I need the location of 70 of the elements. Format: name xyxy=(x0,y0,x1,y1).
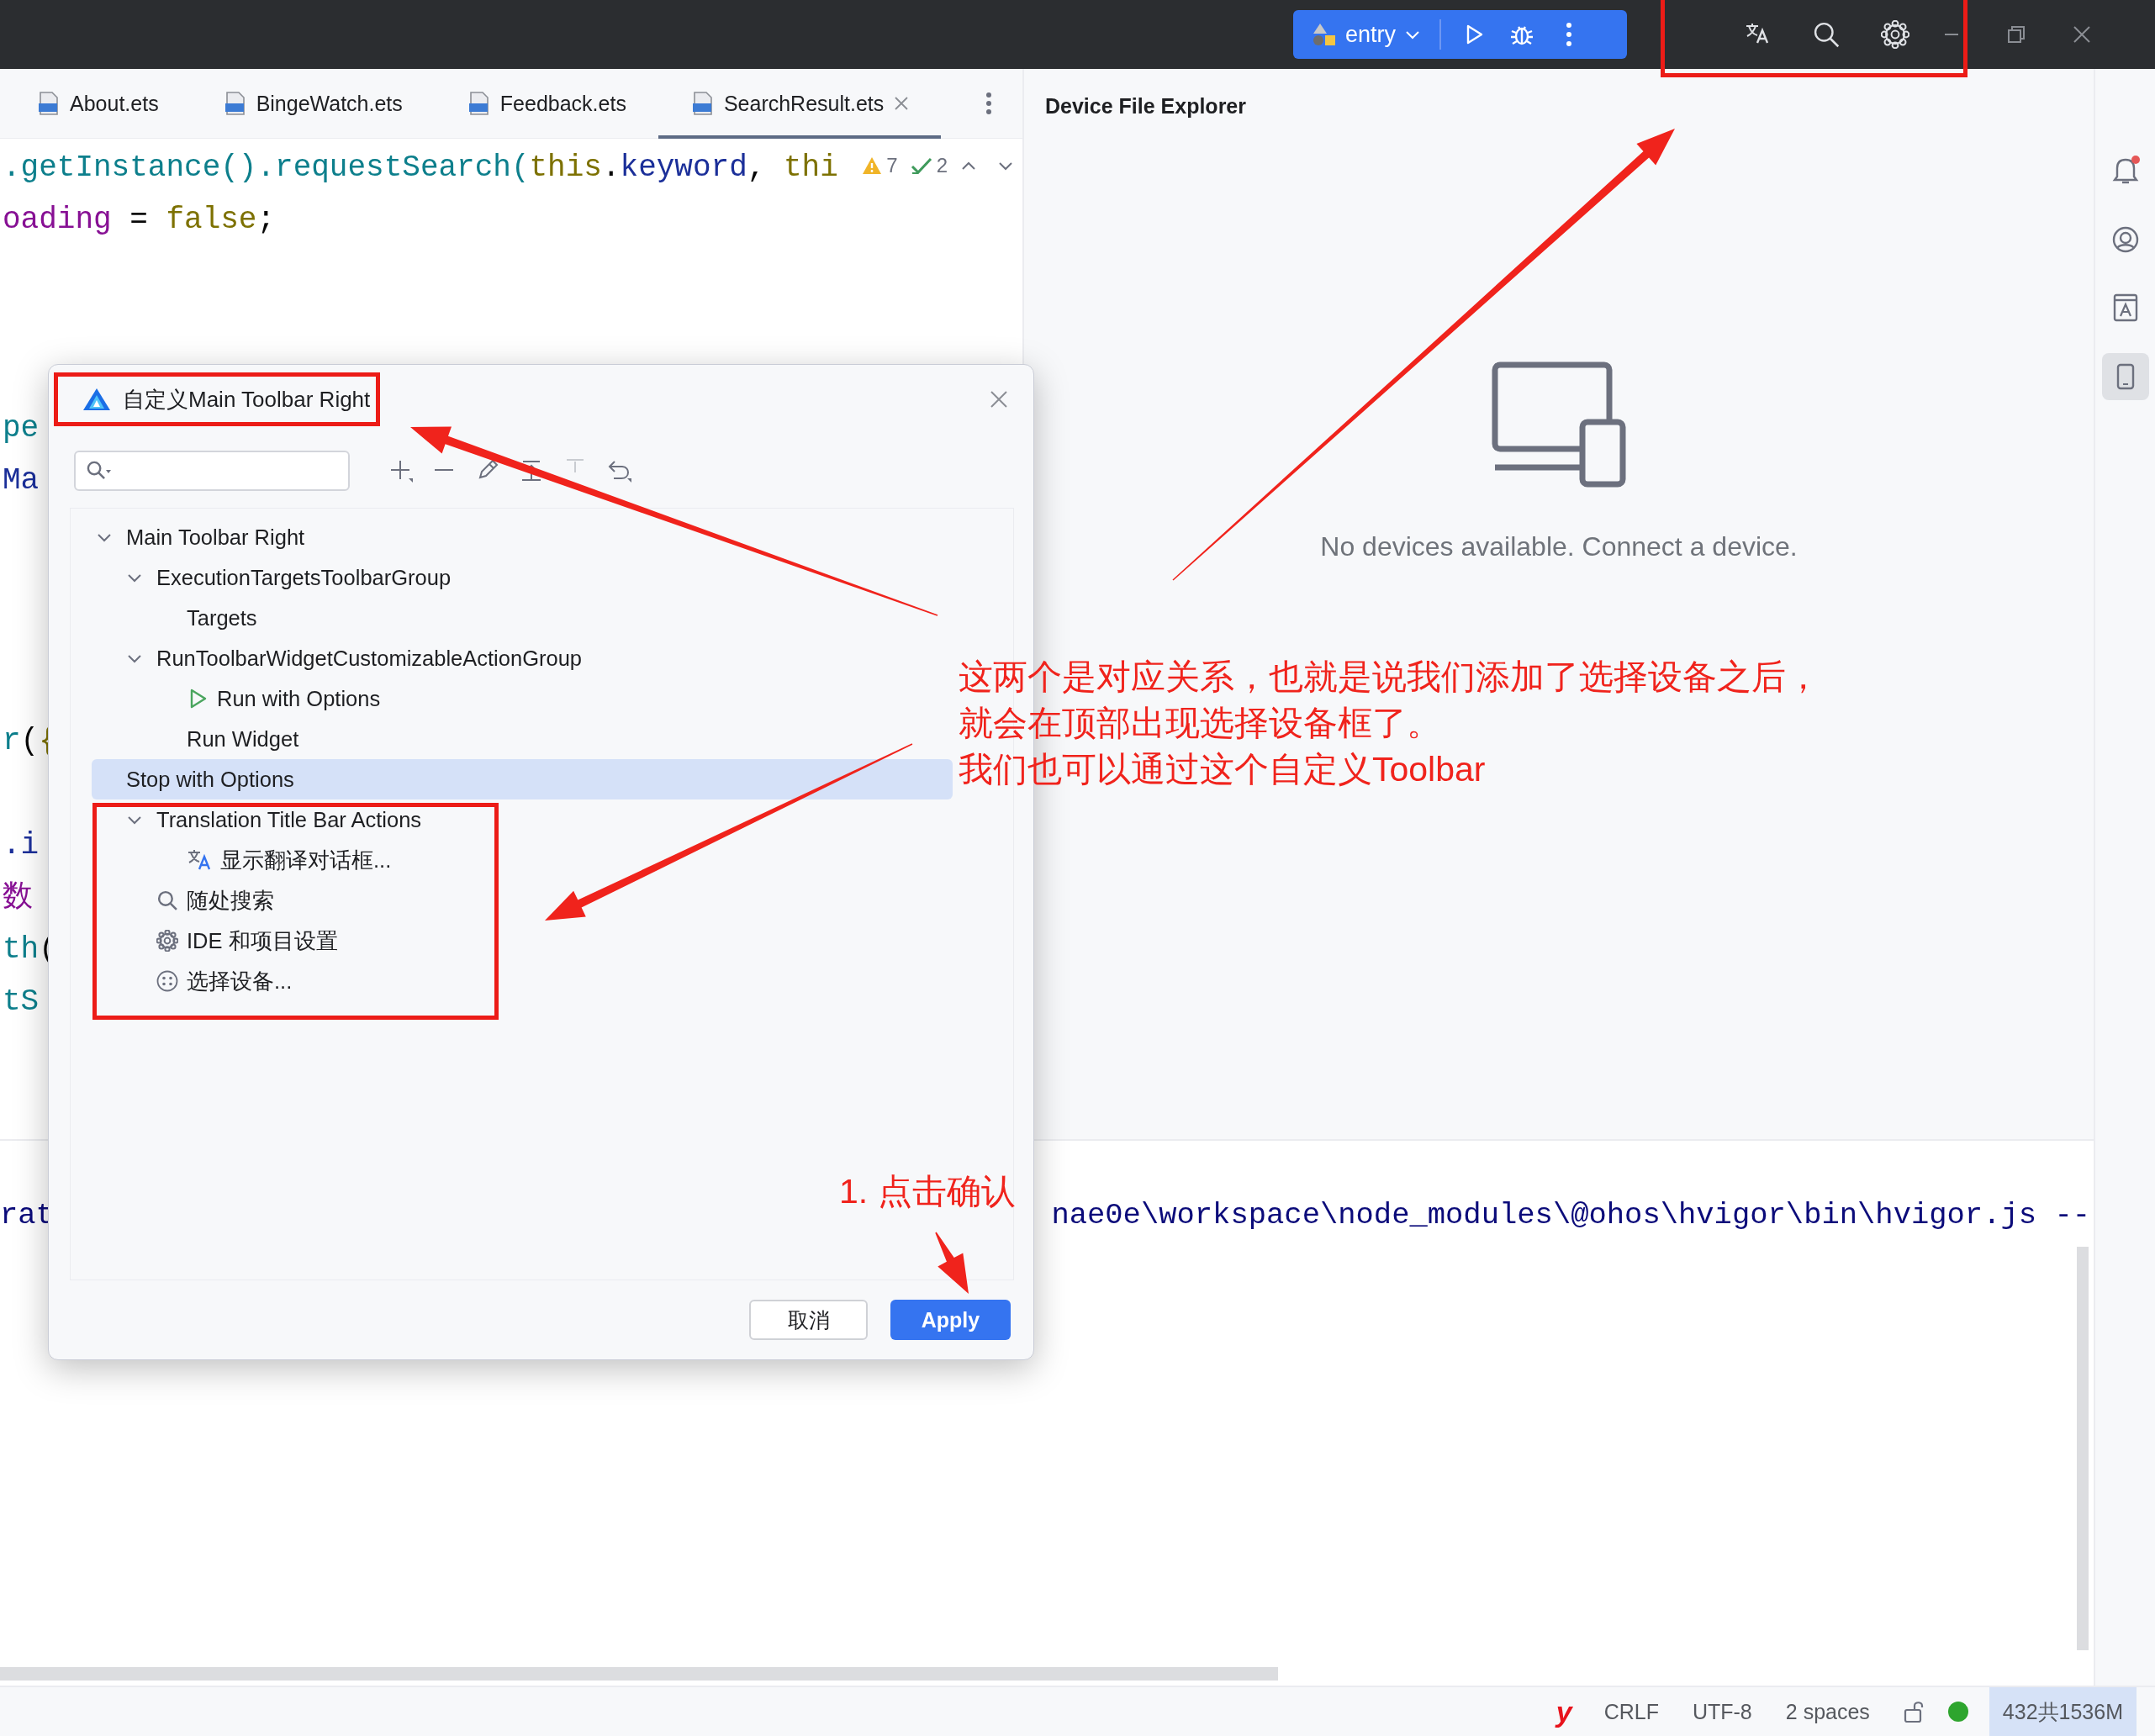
annotation-step: 1. 点击确认 xyxy=(839,1169,1016,1215)
file-icon xyxy=(38,91,60,116)
code-line: .getInstance().requestSearch(this.keyword, thi xyxy=(3,150,838,185)
close-icon[interactable] xyxy=(894,96,910,111)
code-line: .i xyxy=(3,828,40,863)
more-icon[interactable] xyxy=(1566,22,1573,47)
empty-state-message: No devices available. Connect a device. xyxy=(1320,531,1798,562)
tree-item[interactable]: Run with Options xyxy=(71,678,953,719)
memory-indicator[interactable]: 432共1536M xyxy=(1989,1687,2137,1736)
editor-tab[interactable]: BingeWatch.ets xyxy=(190,69,435,139)
status-item[interactable]: UTF-8 xyxy=(1675,1699,1769,1724)
more-icon[interactable] xyxy=(985,92,992,115)
tree-item[interactable]: IDE 和项目设置 xyxy=(71,921,953,961)
tree-item[interactable]: 选择设备... xyxy=(71,961,953,1001)
tree-item[interactable]: Main Toolbar Right xyxy=(71,517,953,557)
editor-tab[interactable]: Feedback.ets xyxy=(434,69,658,139)
tree-item[interactable]: RunToolbarWidgetCustomizableActionGroup xyxy=(71,638,953,678)
check-icon xyxy=(910,156,932,175)
apply-button[interactable]: Apply xyxy=(890,1300,1011,1340)
file-icon xyxy=(224,91,246,116)
devices-icon xyxy=(1492,361,1626,488)
annotation-note: 这两个是对应关系，也就是说我们添加了选择设备之后， xyxy=(959,657,1820,698)
code-line: Ma xyxy=(3,463,40,498)
status-item[interactable]: 2 spaces xyxy=(1768,1699,1887,1724)
tree-item[interactable]: Stop with Options xyxy=(92,759,953,799)
plugin-badge[interactable]: y xyxy=(1540,1695,1587,1728)
search-icon[interactable] xyxy=(1812,20,1841,49)
warning-count: 7 xyxy=(886,154,898,177)
passed-count: 2 xyxy=(936,154,948,177)
status-dot-icon xyxy=(1946,1701,1969,1723)
tree-item[interactable]: Targets xyxy=(71,598,953,638)
search-icon xyxy=(156,889,178,911)
tool-window-button[interactable] xyxy=(2101,353,2149,400)
file-icon xyxy=(691,91,714,116)
file-icon xyxy=(467,91,490,116)
module-icon xyxy=(1312,22,1337,47)
undo-icon[interactable] xyxy=(607,458,632,483)
code-line: 数 xyxy=(3,880,33,915)
status-item[interactable]: CRLF xyxy=(1587,1699,1676,1724)
gear-icon xyxy=(156,930,178,952)
lock-icon[interactable] xyxy=(1903,1700,1925,1723)
tree-item[interactable]: 显示翻译对话框... xyxy=(71,840,953,880)
app-logo-icon xyxy=(82,387,111,412)
devices-icon xyxy=(156,970,178,992)
settings-icon[interactable] xyxy=(1881,20,1909,49)
tree-item[interactable]: Translation Title Bar Actions xyxy=(71,799,953,840)
dialog-title: 自定义Main Toolbar Right xyxy=(123,385,371,414)
terminal-text: nae0e\workspace\node_modules\@ohos\hvigor\bin\hvigor.js -- xyxy=(1051,1198,2090,1232)
tree-item[interactable]: Run Widget xyxy=(71,719,953,759)
code-line: oading = false; xyxy=(3,203,276,237)
close-icon[interactable] xyxy=(990,390,1008,409)
terminal-text: rat xyxy=(0,1198,54,1232)
restore-icon[interactable] xyxy=(2007,25,2026,44)
close-icon[interactable] xyxy=(2073,25,2091,44)
code-line: pe xyxy=(3,411,40,446)
run-configuration-dropdown[interactable]: entry xyxy=(1305,14,1429,55)
search-field[interactable] xyxy=(74,451,350,491)
editor-tab[interactable]: About.ets xyxy=(4,69,191,139)
editor-tab[interactable]: SearchResult.ets xyxy=(658,69,942,139)
add-icon[interactable] xyxy=(388,458,414,483)
annotation-note: 就会在顶部出现选择设备框了。 xyxy=(959,703,1441,744)
tree-item[interactable]: 随处搜索 xyxy=(71,880,953,921)
cancel-button[interactable]: 取消 xyxy=(749,1300,868,1340)
code-line: tS xyxy=(3,984,40,1019)
panel-title: Device File Explorer xyxy=(1045,94,1246,118)
vertical-scrollbar[interactable] xyxy=(2077,1247,2089,1650)
horizontal-scrollbar[interactable] xyxy=(0,1667,1278,1681)
tree-item[interactable]: ExecutionTargetsToolbarGroup xyxy=(71,557,953,598)
annotation-note: 我们也可以通过这个自定义Toolbar xyxy=(959,749,1486,790)
search-icon xyxy=(86,460,111,482)
